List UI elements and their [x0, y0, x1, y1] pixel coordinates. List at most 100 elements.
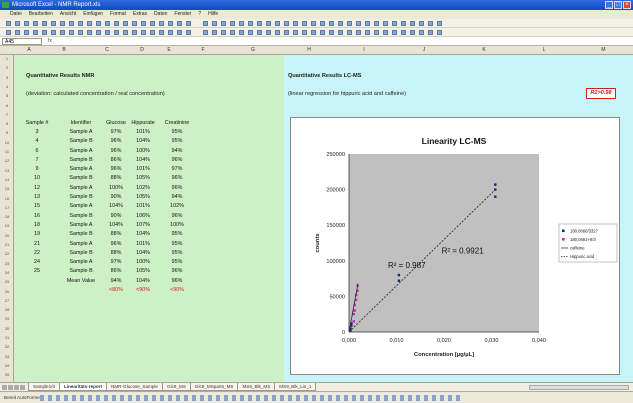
deviation-glucose[interactable]: <80%: [104, 285, 128, 294]
table-cell[interactable]: 96%: [104, 239, 128, 248]
table-cell[interactable]: 104%: [128, 137, 158, 146]
toolbar-button[interactable]: [437, 21, 442, 26]
table-cell[interactable]: 88%: [104, 174, 128, 183]
toolbar-button[interactable]: [69, 21, 74, 26]
table-cell[interactable]: 96%: [104, 164, 128, 173]
toolbar-button[interactable]: [374, 30, 379, 35]
toolbar-button[interactable]: [410, 21, 415, 26]
table-cell[interactable]: Sample A: [58, 239, 104, 248]
toolbar-button[interactable]: [123, 30, 128, 35]
toolbar-button[interactable]: [69, 30, 74, 35]
table-cell[interactable]: 96%: [158, 174, 196, 183]
last-sheet-button[interactable]: [20, 385, 25, 390]
toolbar-button[interactable]: [51, 30, 56, 35]
toolbar-button[interactable]: [221, 30, 226, 35]
table-cell[interactable]: Sample A: [58, 257, 104, 266]
row-header[interactable]: 28: [0, 307, 14, 312]
table-cell[interactable]: 105%: [128, 267, 158, 276]
column-header[interactable]: B: [44, 46, 84, 55]
menu-item[interactable]: Format: [110, 10, 126, 19]
toolbar-button[interactable]: [24, 30, 29, 35]
fx-icon[interactable]: fx: [48, 37, 52, 46]
table-cell[interactable]: Sample A: [58, 220, 104, 229]
toolbar-button[interactable]: [437, 30, 442, 35]
table-cell[interactable]: Sample A: [58, 183, 104, 192]
table-cell[interactable]: 96%: [158, 211, 196, 220]
table-cell[interactable]: Sample B: [58, 155, 104, 164]
toolbar-button[interactable]: [132, 21, 137, 26]
row-header[interactable]: 10: [0, 140, 14, 145]
toolbar-button[interactable]: [105, 21, 110, 26]
toolbar-button[interactable]: [60, 21, 65, 26]
toolbar-button[interactable]: [284, 21, 289, 26]
column-header-hippurate[interactable]: Hippurate: [128, 118, 158, 127]
toolbar-button[interactable]: [203, 30, 208, 35]
table-cell[interactable]: 96%: [104, 137, 128, 146]
column-header-sample[interactable]: Sample #: [16, 118, 58, 127]
row-header[interactable]: 6: [0, 103, 14, 108]
table-cell[interactable]: 101%: [128, 164, 158, 173]
table-cell[interactable]: 88%: [104, 230, 128, 239]
table-cell[interactable]: [16, 285, 58, 294]
row-header[interactable]: 33: [0, 354, 14, 359]
toolbar-button[interactable]: [42, 21, 47, 26]
toolbar-button[interactable]: [383, 21, 388, 26]
menu-item[interactable]: Daten: [154, 10, 167, 19]
table-cell[interactable]: 105%: [128, 192, 158, 201]
first-sheet-button[interactable]: [2, 385, 7, 390]
toolbar-button[interactable]: [275, 21, 280, 26]
toolbar-button[interactable]: [51, 21, 56, 26]
toolbar-button[interactable]: [96, 30, 101, 35]
table-cell[interactable]: 90%: [104, 192, 128, 201]
table-cell[interactable]: 88%: [104, 248, 128, 257]
toolbar-button[interactable]: [42, 30, 47, 35]
table-cell[interactable]: Sample B: [58, 267, 104, 276]
menu-item[interactable]: Datei: [10, 10, 22, 19]
row-header[interactable]: 2: [0, 65, 14, 70]
row-header[interactable]: 11: [0, 149, 14, 154]
toolbar-button[interactable]: [114, 30, 119, 35]
column-header[interactable]: L: [514, 46, 574, 55]
toolbar-button[interactable]: [329, 21, 334, 26]
table-cell[interactable]: Sample B: [58, 174, 104, 183]
table-cell[interactable]: 96%: [158, 267, 196, 276]
table-cell[interactable]: 86%: [104, 267, 128, 276]
row-header[interactable]: 32: [0, 344, 14, 349]
toolbar-button[interactable]: [293, 30, 298, 35]
name-box[interactable]: A45: [2, 38, 42, 45]
menu-item[interactable]: Extras: [133, 10, 147, 19]
r2-badge[interactable]: R2>0.98: [586, 88, 616, 99]
toolbar-button[interactable]: [239, 21, 244, 26]
table-cell[interactable]: 97%: [158, 164, 196, 173]
table-cell[interactable]: 24: [16, 257, 58, 266]
toolbar-button[interactable]: [6, 21, 11, 26]
toolbar-button[interactable]: [168, 30, 173, 35]
table-cell[interactable]: 106%: [128, 211, 158, 220]
table-cell[interactable]: 97%: [104, 127, 128, 136]
table-cell[interactable]: 105%: [128, 174, 158, 183]
toolbar-button[interactable]: [105, 30, 110, 35]
table-cell[interactable]: 107%: [128, 220, 158, 229]
table-cell[interactable]: 10: [16, 174, 58, 183]
toolbar-button[interactable]: [248, 30, 253, 35]
row-header[interactable]: 25: [0, 279, 14, 284]
toolbar-button[interactable]: [338, 21, 343, 26]
sheet-tab[interactable]: MS9_Blk_Lin_1: [274, 383, 317, 391]
table-cell[interactable]: 104%: [128, 230, 158, 239]
table-cell[interactable]: 100%: [104, 183, 128, 192]
table-cell[interactable]: Sample B: [58, 248, 104, 257]
row-header[interactable]: 20: [0, 233, 14, 238]
toolbar-button[interactable]: [392, 30, 397, 35]
sheet-tab[interactable]: NMR-Glucose_Sample: [106, 383, 163, 391]
table-cell[interactable]: Sample A: [58, 202, 104, 211]
toolbar-button[interactable]: [419, 21, 424, 26]
close-button[interactable]: ×: [623, 1, 631, 9]
toolbar-button[interactable]: [347, 21, 352, 26]
table-cell[interactable]: 95%: [158, 127, 196, 136]
toolbar-button[interactable]: [428, 30, 433, 35]
toolbar-button[interactable]: [320, 21, 325, 26]
toolbar-button[interactable]: [186, 21, 191, 26]
deviation-hippurate[interactable]: <90%: [128, 285, 158, 294]
toolbar-button[interactable]: [212, 21, 217, 26]
toolbar-button[interactable]: [311, 30, 316, 35]
